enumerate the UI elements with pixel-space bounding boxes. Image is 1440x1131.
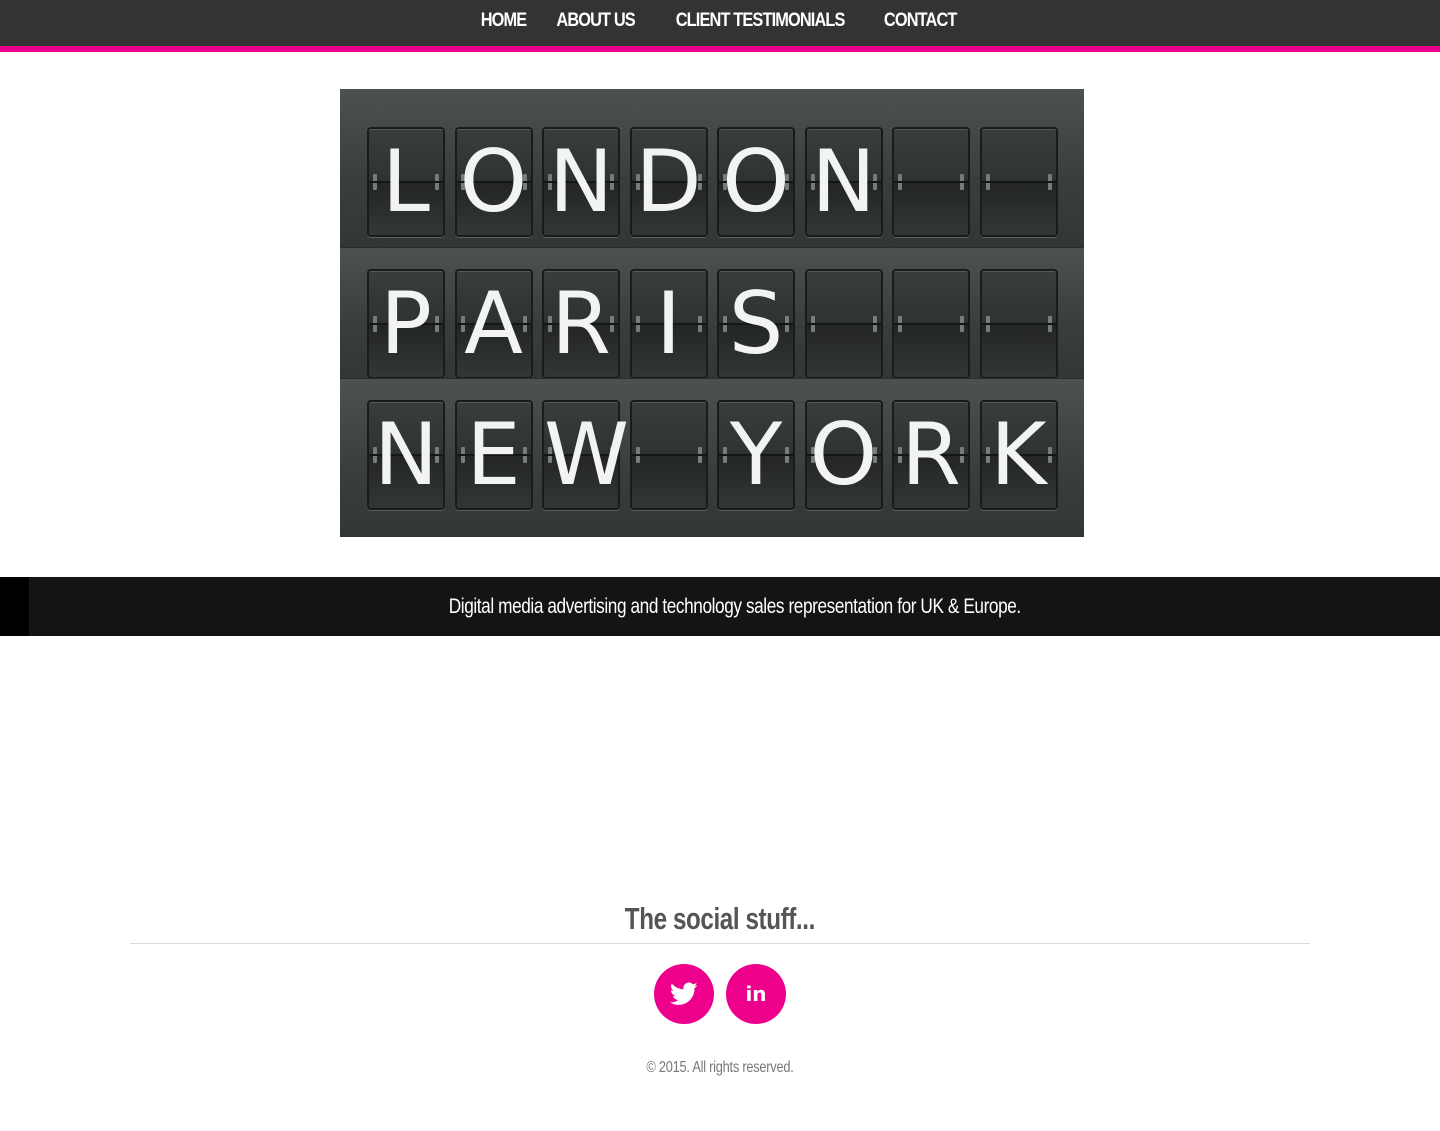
flip-tile-letter: I	[655, 274, 682, 374]
board-row-2: PARIS	[340, 247, 1084, 379]
flip-tile-letter: N	[811, 132, 876, 232]
flip-tile: K	[979, 400, 1058, 510]
flip-tile	[979, 127, 1058, 237]
flip-tile: L	[367, 127, 445, 237]
flip-tile: N	[367, 400, 445, 510]
flip-tile: N	[804, 127, 883, 237]
nav-item-contact: CONTACT	[878, 10, 962, 32]
tagline-bar: Digital media advertising and technology…	[0, 577, 1440, 636]
flip-tile-letter: Y	[729, 405, 783, 505]
flip-tile: A	[454, 269, 533, 379]
flip-tile-letter: S	[728, 274, 784, 374]
nav-item-client-testimonials: CLIENT TESTIMONIALS	[662, 10, 858, 32]
flip-tile	[892, 127, 970, 237]
flip-tile: O	[454, 127, 533, 237]
flip-tile-letter: P	[380, 274, 432, 374]
copyright-text: © 2015. All rights reserved.	[0, 1059, 1440, 1077]
flip-tile-letter: K	[990, 405, 1047, 505]
nav-link-client-testimonials[interactable]: CLIENT TESTIMONIALS	[675, 10, 845, 32]
linkedin-button[interactable]: in	[726, 964, 786, 1024]
flip-tile	[892, 269, 970, 379]
flip-tile: O	[717, 127, 795, 237]
nav-link-about-us[interactable]: ABOUT US	[557, 10, 636, 32]
twitter-button[interactable]	[654, 964, 714, 1024]
linkedin-icon: in	[745, 982, 766, 1006]
flip-tile	[629, 400, 708, 510]
flip-tile: S	[717, 269, 795, 379]
flip-tile-letter: O	[809, 405, 878, 505]
social-section-title: The social stuff...	[0, 901, 1440, 937]
social-icons: in	[654, 964, 786, 1024]
copyright-span: © 2015. All rights reserved.	[646, 1059, 794, 1076]
nav-link-contact[interactable]: CONTACT	[884, 10, 958, 32]
flip-tile: R	[542, 269, 620, 379]
top-navigation: HOME ABOUT US CLIENT TESTIMONIALS CONTAC…	[0, 0, 1440, 52]
tagline-text: Digital media advertising and technology…	[448, 594, 1022, 618]
nav-link-home[interactable]: HOME	[481, 10, 527, 32]
flip-tile: R	[892, 400, 970, 510]
flip-tile: W	[542, 400, 629, 510]
flip-tile-letter: O	[722, 132, 790, 232]
flip-tile: D	[629, 127, 708, 237]
flip-tile	[979, 269, 1058, 379]
flip-tile-letter: D	[635, 132, 702, 232]
flip-tile-letter: R	[551, 274, 611, 374]
social-title-text: The social stuff...	[624, 901, 816, 936]
flip-tile-letter: E	[466, 405, 521, 505]
flip-tile-letter: O	[459, 132, 528, 232]
nav-item-about-us: ABOUT US	[550, 10, 641, 32]
flip-tile-letter: N	[548, 132, 614, 232]
flip-tile-letter: W	[544, 405, 630, 505]
flip-tile: N	[542, 127, 620, 237]
flip-tile: I	[629, 269, 708, 379]
flip-tile-letter: N	[373, 405, 439, 505]
nav-menu: HOME ABOUT US CLIENT TESTIMONIALS CONTAC…	[477, 10, 962, 32]
flip-tile-letter: A	[464, 274, 523, 374]
board-row-3: NEWYORK	[340, 378, 1084, 537]
flip-tile	[804, 269, 883, 379]
tagline-bar-edge	[0, 577, 29, 636]
nav-item-home: HOME	[477, 10, 530, 32]
linkedin-icon-text: in	[745, 982, 766, 1006]
hero-flip-board-image: LONDON PARIS NEWYORK	[340, 89, 1084, 537]
twitter-icon	[670, 982, 698, 1005]
flip-tile-letter: L	[382, 132, 430, 232]
flip-tile: Y	[717, 400, 795, 510]
flip-tile: O	[804, 400, 883, 510]
flip-tile-letter: R	[901, 405, 961, 505]
social-divider	[130, 943, 1310, 944]
flip-tile: P	[367, 269, 445, 379]
board-row-1: LONDON	[340, 89, 1084, 247]
flip-tile: E	[454, 400, 533, 510]
